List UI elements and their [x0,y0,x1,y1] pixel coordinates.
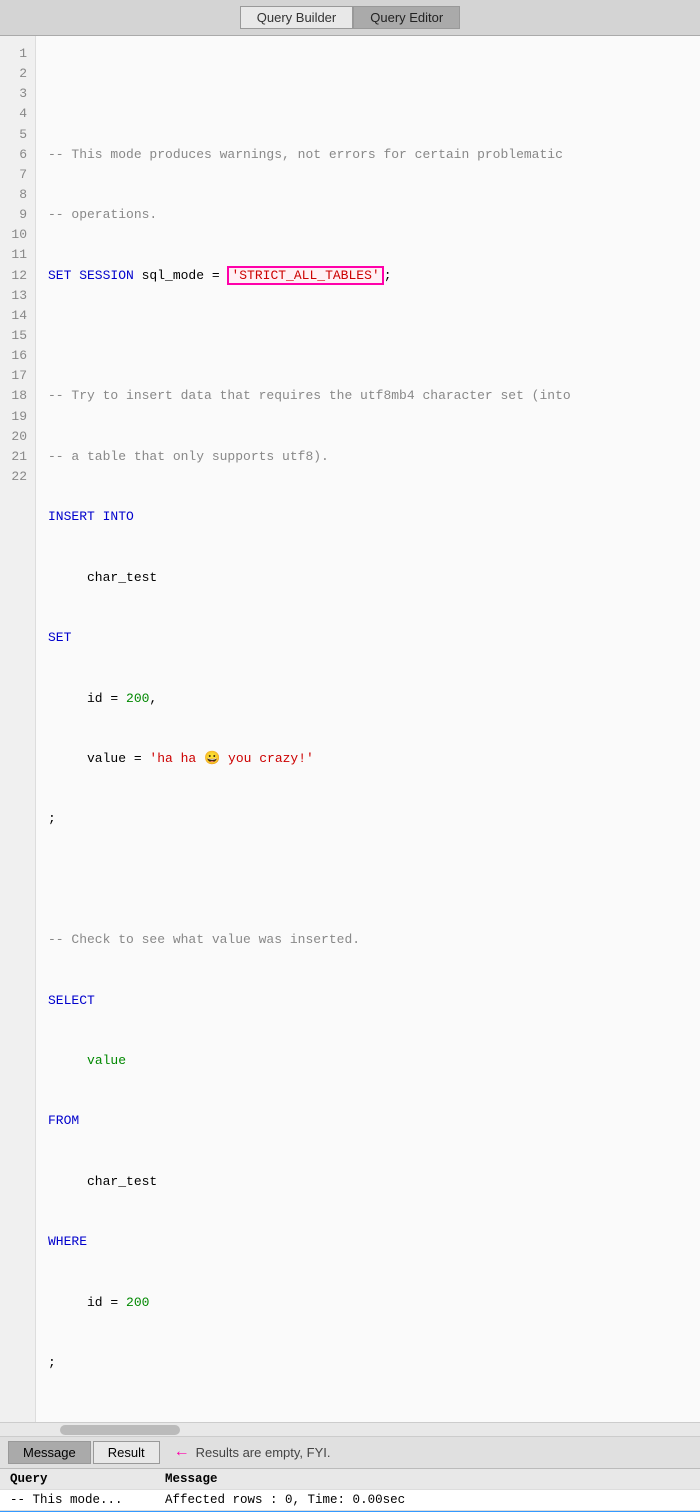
code-line-14 [48,870,688,890]
message-column-header: Message [155,1469,700,1490]
code-line-4: SET SESSION sql_mode = 'STRICT_ALL_TABLE… [48,266,688,286]
code-line-2: -- This mode produces warnings, not erro… [48,145,688,165]
code-line-22: ; [48,1353,688,1373]
editor-container: 12345 678910 1112131415 1617181920 2122 … [0,36,700,1437]
toolbar: Query BuilderQuery Editor [0,0,700,36]
code-line-3: -- operations. [48,205,688,225]
row1-query: -- This mode... [0,1489,155,1510]
row2-message: Error : Incorrect string value: '\xF0\x9… [155,1510,700,1512]
message-tab[interactable]: Message [8,1441,91,1464]
line-numbers: 12345 678910 1112131415 1617181920 2122 [0,36,36,1422]
scrollbar-thumb[interactable] [60,1425,180,1435]
code-line-16: SELECT [48,991,688,1011]
results-annotation: ← Results are empty, FYI. [174,1443,331,1461]
code-line-19: char_test [48,1172,688,1192]
code-content[interactable]: -- This mode produces warnings, not erro… [36,36,700,1422]
query-editor-button[interactable]: Query Editor [353,6,460,29]
row2-query: -- Try to inser... [0,1510,155,1512]
code-line-18: FROM [48,1111,688,1131]
table-header-row: Query Message [0,1469,700,1490]
code-line-5 [48,326,688,346]
code-area[interactable]: 12345 678910 1112131415 1617181920 2122 … [0,36,700,1422]
code-line-7: -- a table that only supports utf8). [48,447,688,467]
code-line-15: -- Check to see what value was inserted. [48,930,688,950]
row1-message: Affected rows : 0, Time: 0.00sec [155,1489,700,1510]
code-line-10: SET [48,628,688,648]
code-line-11: id = 200, [48,689,688,709]
code-line-20: WHERE [48,1232,688,1252]
code-line-12: value = 'ha ha 😀 you crazy!' [48,749,688,769]
code-line-1 [48,84,688,104]
code-line-17: value [48,1051,688,1071]
code-line-8: INSERT INTO [48,507,688,527]
code-line-9: char_test [48,568,688,588]
code-line-13: ; [48,809,688,829]
table-row[interactable]: -- This mode... Affected rows : 0, Time:… [0,1489,700,1510]
code-line-21: id = 200 [48,1293,688,1313]
query-column-header: Query [0,1469,155,1490]
result-tab[interactable]: Result [93,1441,160,1464]
results-table: Query Message -- This mode... Affected r… [0,1469,700,1512]
left-arrow-icon: ← [174,1443,190,1461]
table-row[interactable]: -- Try to inser... Error : Incorrect str… [0,1510,700,1512]
horizontal-scrollbar[interactable] [0,1422,700,1436]
result-tabs: Message Result ← Results are empty, FYI. [0,1437,700,1469]
code-line-6: -- Try to insert data that requires the … [48,386,688,406]
annotation-text: Results are empty, FYI. [196,1445,331,1460]
query-builder-button[interactable]: Query Builder [240,6,353,29]
